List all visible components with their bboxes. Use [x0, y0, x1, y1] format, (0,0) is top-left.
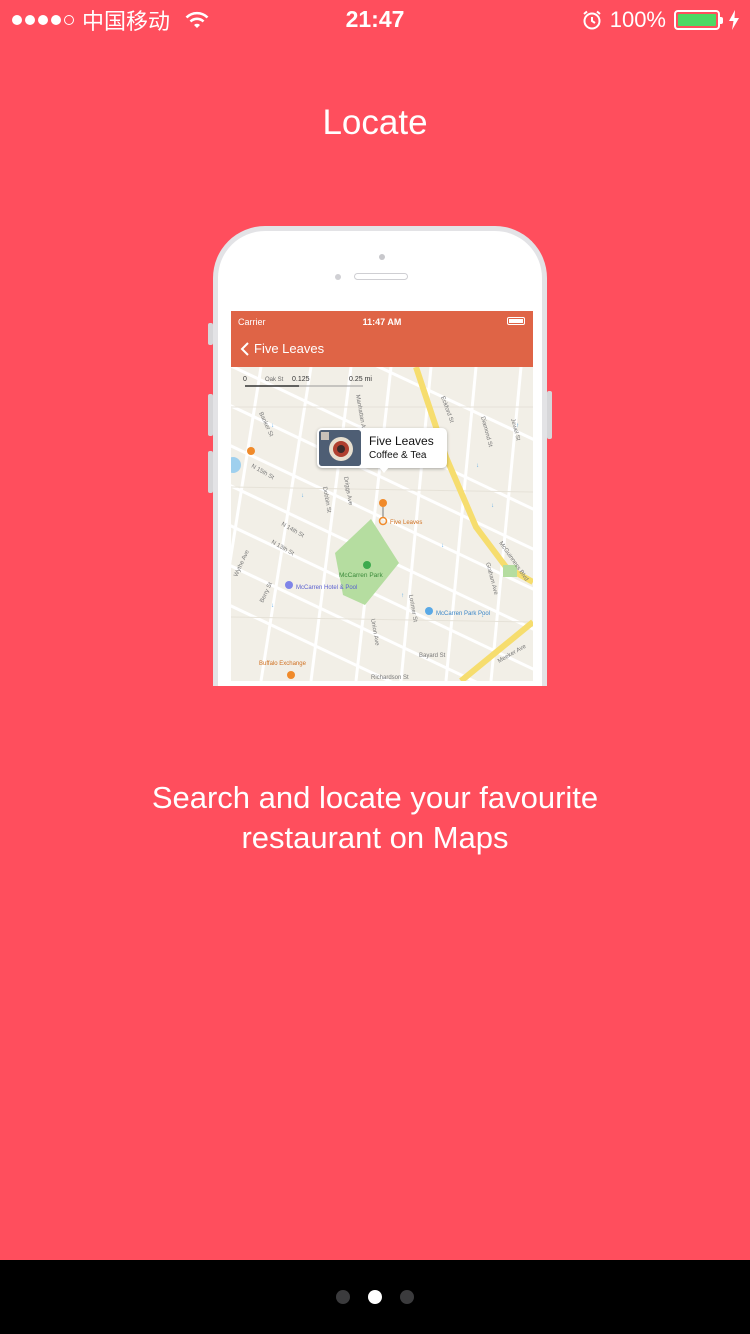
- map-poi-label: McCarren Hotel & Pool: [296, 585, 357, 591]
- caption-line: restaurant on Maps: [241, 820, 509, 855]
- map-poi-label: Buffalo Exchange: [259, 661, 307, 667]
- status-bar: 中国移动 21:47 100%: [0, 0, 750, 40]
- screen-back-button: Five Leaves: [240, 341, 324, 356]
- map-scale-2: 0.25 mi: [349, 376, 372, 383]
- alarm-icon: [583, 10, 601, 30]
- caption-line: Search and locate your favourite: [151, 780, 599, 815]
- battery-percent: 100%: [609, 7, 666, 32]
- svg-text:↓: ↓: [491, 503, 494, 509]
- page-indicator-dot[interactable]: [336, 1290, 350, 1304]
- phone-side-button: [208, 451, 213, 493]
- screen-nav-bar: Carrier 11:47 AM Five Leaves: [231, 311, 533, 367]
- map-scale-1: 0.125: [292, 376, 310, 383]
- battery-cap: [720, 17, 723, 24]
- page-indicator-dot-active[interactable]: [368, 1290, 382, 1304]
- phone-illustration: Carrier 11:47 AM Five Leaves ↓ ↓ ↓ ↓ ↑ ↓…: [208, 226, 552, 686]
- callout-title: Five Leaves: [369, 434, 434, 448]
- map-poi-label: McCarren Park Pool: [436, 611, 490, 617]
- svg-text:↑: ↑: [401, 593, 404, 599]
- callout-pointer: [378, 466, 390, 473]
- status-bar-right: 100%: [582, 7, 740, 33]
- onboarding-caption: Search and locate your favourite restaur…: [0, 778, 750, 858]
- charging-bolt-icon: [729, 10, 739, 30]
- phone-sensor: [335, 274, 341, 280]
- phone-side-button: [547, 391, 552, 439]
- battery-icon: [674, 10, 723, 30]
- svg-text:↓: ↓: [301, 493, 304, 499]
- phone-side-button: [208, 323, 213, 345]
- map-street-label: Oak St: [265, 377, 284, 383]
- map-pin-label: Five Leaves: [390, 520, 422, 526]
- callout-subtitle: Coffee & Tea: [369, 450, 427, 461]
- page-title: Locate: [322, 103, 428, 143]
- screen-time: 11:47 AM: [362, 317, 402, 327]
- phone-camera: [379, 254, 385, 260]
- map-street-label: Bayard St: [419, 653, 446, 659]
- screen-back-label: Five Leaves: [254, 341, 325, 356]
- map-park-label: McCarren Park: [339, 572, 383, 579]
- phone-screen: Carrier 11:47 AM Five Leaves ↓ ↓ ↓ ↓ ↑ ↓…: [231, 311, 533, 681]
- callout-thumbnail: [319, 430, 361, 466]
- map-scale-0: 0: [243, 376, 247, 383]
- svg-text:↓: ↓: [476, 463, 479, 469]
- phone-side-button: [208, 394, 213, 436]
- screen-battery-icon: [507, 317, 525, 325]
- battery-level: [678, 14, 716, 26]
- page-indicator-dot[interactable]: [400, 1290, 414, 1304]
- phone-speaker: [354, 273, 408, 280]
- footer-bar: [0, 1260, 750, 1334]
- svg-text:↓: ↓: [441, 543, 444, 549]
- map-street-label: Richardson St: [371, 675, 409, 681]
- chevron-left-icon: [240, 341, 249, 356]
- page-control[interactable]: [0, 1260, 750, 1334]
- svg-text:↓: ↓: [271, 603, 274, 609]
- map-view: ↓↓↓ ↑↓↓ ↑↓↓ ↑↓ 0 0.125 0.25 mi Oak St Ba…: [231, 367, 533, 681]
- map-callout: Five Leaves Coffee & Tea: [317, 428, 447, 473]
